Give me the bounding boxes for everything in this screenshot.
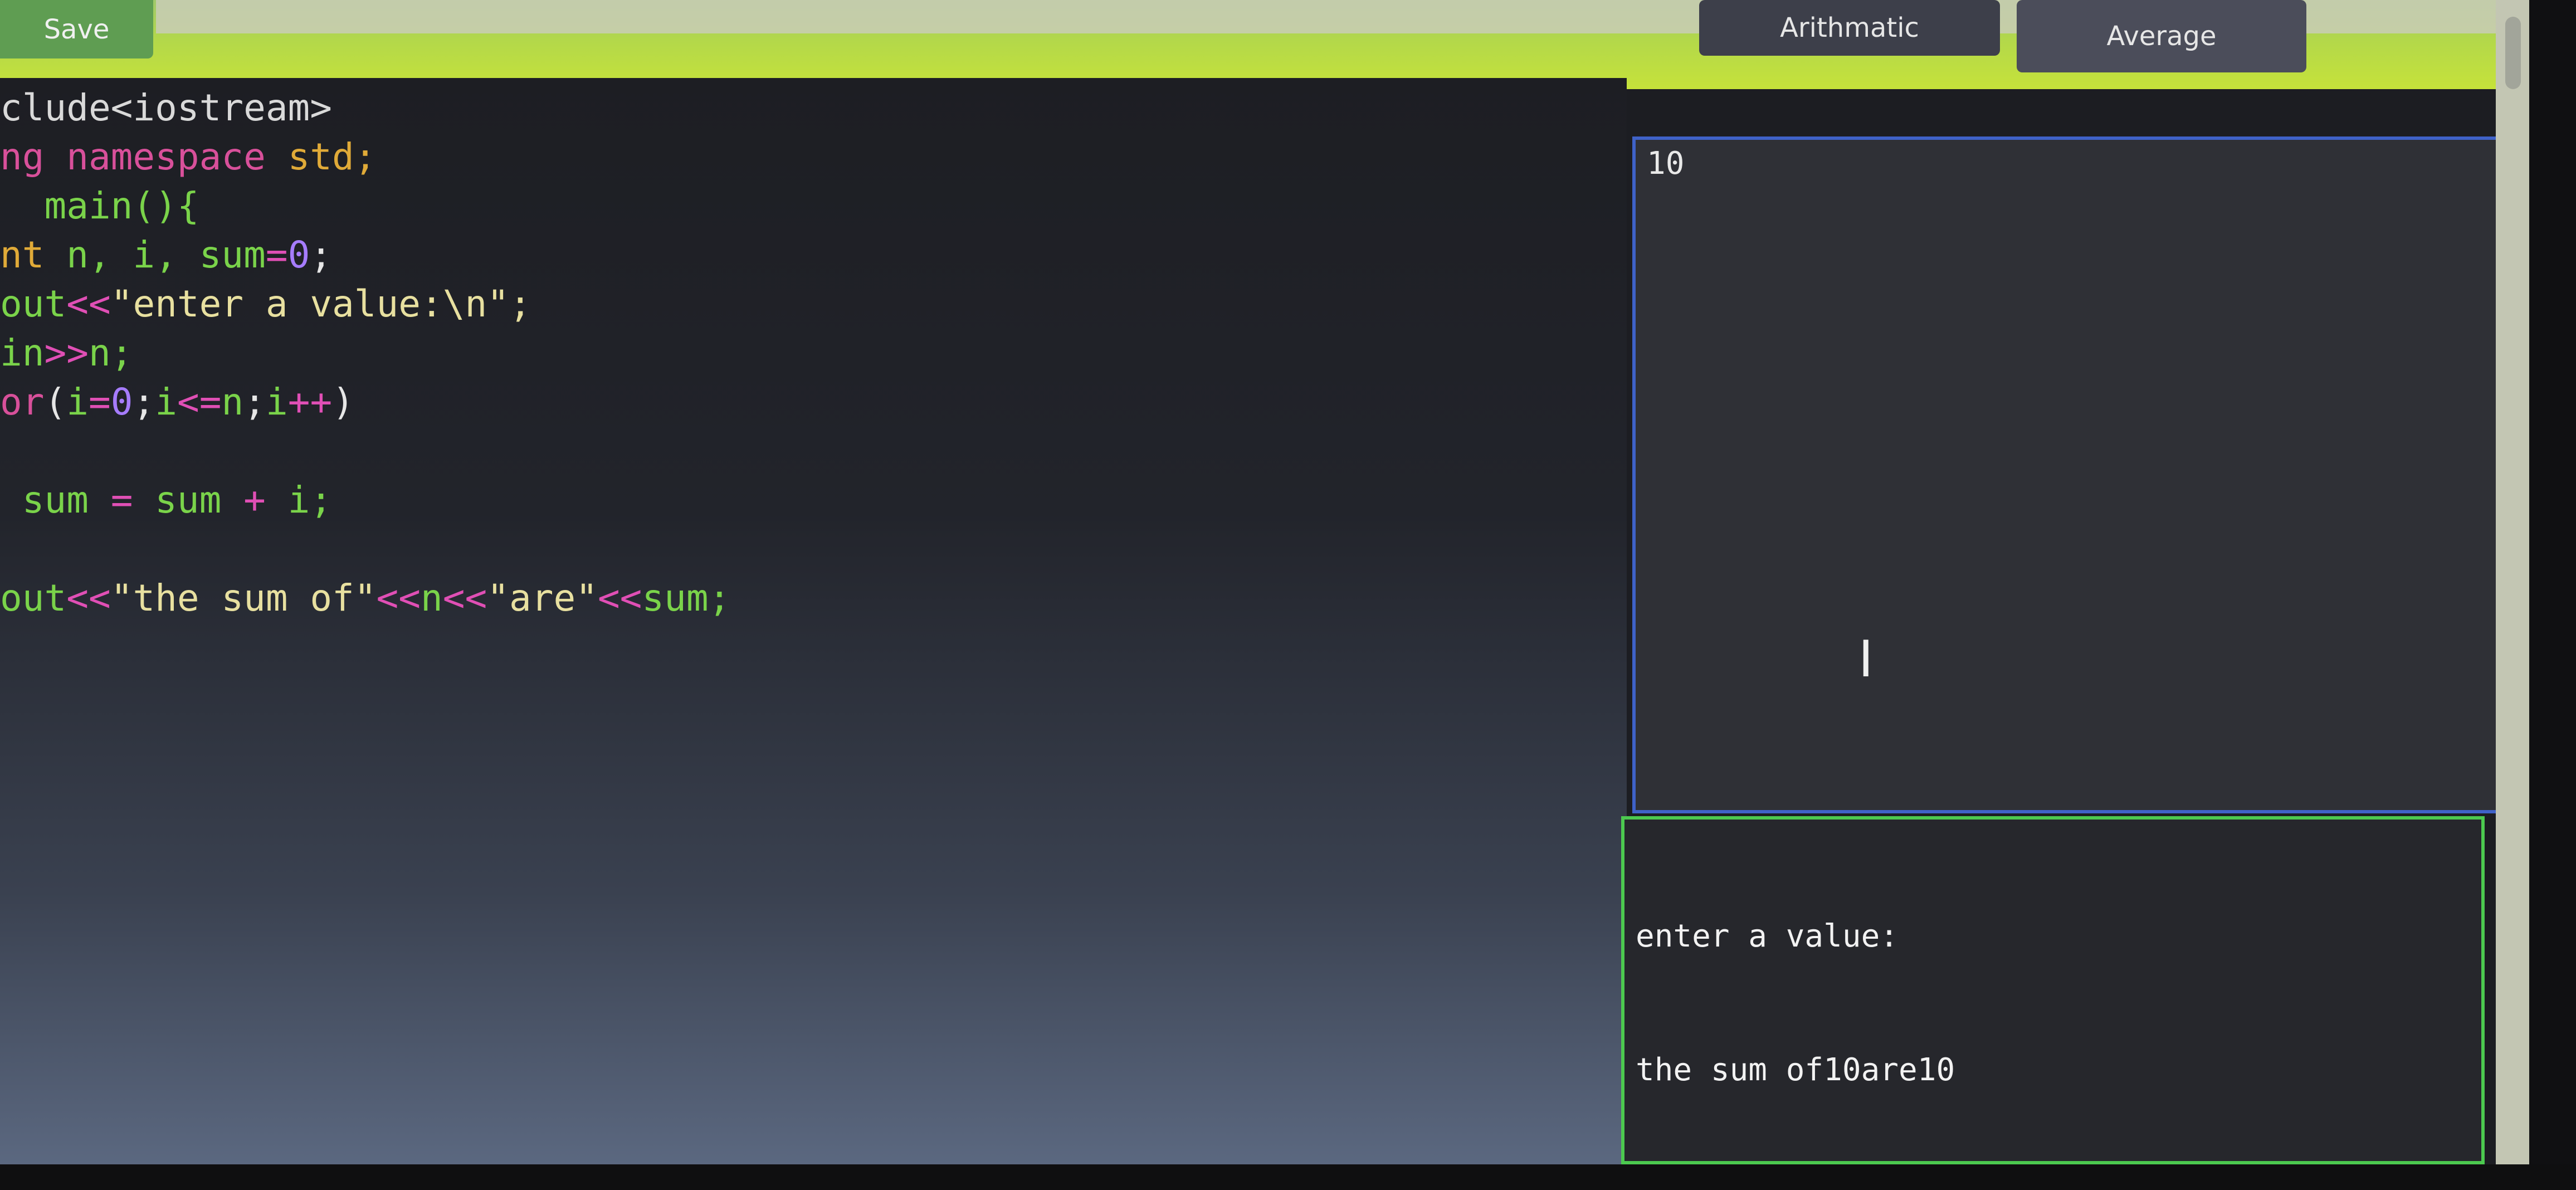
code-token: i: [265, 381, 288, 423]
stdin-input-pane[interactable]: 10 I: [1632, 136, 2518, 813]
scrollbar-track[interactable]: [2496, 0, 2529, 1164]
code-token: sum: [0, 479, 111, 521]
code-token: out: [0, 282, 67, 325]
code-line[interactable]: main(){: [0, 182, 730, 231]
stdin-input-value[interactable]: 10: [1647, 145, 1684, 182]
code-token: ;: [310, 233, 333, 276]
code-token: i: [66, 381, 89, 423]
scrollbar-thumb[interactable]: [2505, 17, 2521, 89]
code-line[interactable]: clude<iostream>: [0, 84, 730, 133]
code-line[interactable]: or(i=0;i<=n;i++): [0, 378, 730, 427]
code-token: n;: [88, 331, 133, 374]
code-token: +: [243, 479, 266, 521]
code-token: <<: [376, 577, 421, 620]
code-editor[interactable]: clude<iostream> ng namespace std; main(){…: [0, 78, 1627, 1164]
output-console: enter a value: the sum of10are10: [1621, 816, 2485, 1164]
code-token: 0: [110, 381, 133, 423]
code-token: sum;: [642, 577, 731, 620]
monitor-bezel-right: [2529, 0, 2576, 1190]
code-token: "enter a value:\n";: [110, 282, 531, 325]
code-token: <<: [597, 577, 642, 620]
output-line: the sum of10are10: [1636, 1052, 1955, 1088]
code-line[interactable]: out<<"enter a value:\n";: [0, 280, 730, 329]
code-line[interactable]: ng namespace std;: [0, 133, 730, 182]
arithmatic-button[interactable]: Arithmatic: [1699, 0, 2000, 56]
code-text[interactable]: clude<iostream> ng namespace std; main(){…: [0, 84, 730, 623]
code-token: 0: [287, 233, 310, 276]
output-line: enter a value:: [1636, 918, 1899, 954]
code-line[interactable]: nt n, i, sum=0;: [0, 231, 730, 280]
code-token: <<: [442, 577, 487, 620]
code-line[interactable]: [0, 427, 730, 476]
code-token: ): [332, 381, 354, 423]
code-token: (: [44, 381, 67, 423]
toolbar: Save Arithmatic Average: [0, 0, 2529, 89]
code-line[interactable]: [0, 525, 730, 574]
code-token: sum: [133, 479, 244, 521]
average-button[interactable]: Average: [2017, 0, 2306, 72]
code-token: >>: [44, 331, 89, 374]
code-token: n: [421, 577, 443, 620]
code-token: ++: [287, 381, 333, 423]
code-token: ;: [133, 381, 155, 423]
code-line[interactable]: in>>n;: [0, 329, 730, 378]
code-line[interactable]: sum = sum + i;: [0, 476, 730, 525]
code-token: main(){: [0, 184, 199, 227]
monitor-bezel-bottom: [0, 1164, 2576, 1190]
code-token: ;: [243, 381, 266, 423]
code-token: i;: [265, 479, 333, 521]
code-token: clude<iostream>: [0, 86, 333, 129]
ide-window: Save Arithmatic Average clude<iostream> n…: [0, 0, 2529, 1164]
code-token: "are": [487, 577, 598, 620]
code-token: n, i, sum: [66, 233, 266, 276]
code-token: ng namespace: [0, 135, 288, 178]
code-token: <<: [66, 577, 111, 620]
code-token: =: [265, 233, 288, 276]
code-token: or: [0, 381, 45, 423]
code-token: <=: [177, 381, 222, 423]
save-button[interactable]: Save: [0, 0, 153, 58]
code-line[interactable]: out<<"the sum of"<<n<<"are"<<sum;: [0, 574, 730, 623]
code-token: nt: [0, 233, 67, 276]
text-cursor-icon: I: [1858, 630, 1874, 689]
code-token: "the sum of": [110, 577, 377, 620]
code-token: <<: [66, 282, 111, 325]
code-token: std;: [287, 135, 377, 178]
code-token: in: [0, 331, 45, 374]
code-token: =: [110, 479, 133, 521]
code-token: =: [88, 381, 111, 423]
output-text: enter a value: the sum of10are10: [1636, 825, 1955, 1182]
code-token: out: [0, 577, 67, 620]
code-token: n: [221, 381, 244, 423]
code-token: i: [155, 381, 177, 423]
